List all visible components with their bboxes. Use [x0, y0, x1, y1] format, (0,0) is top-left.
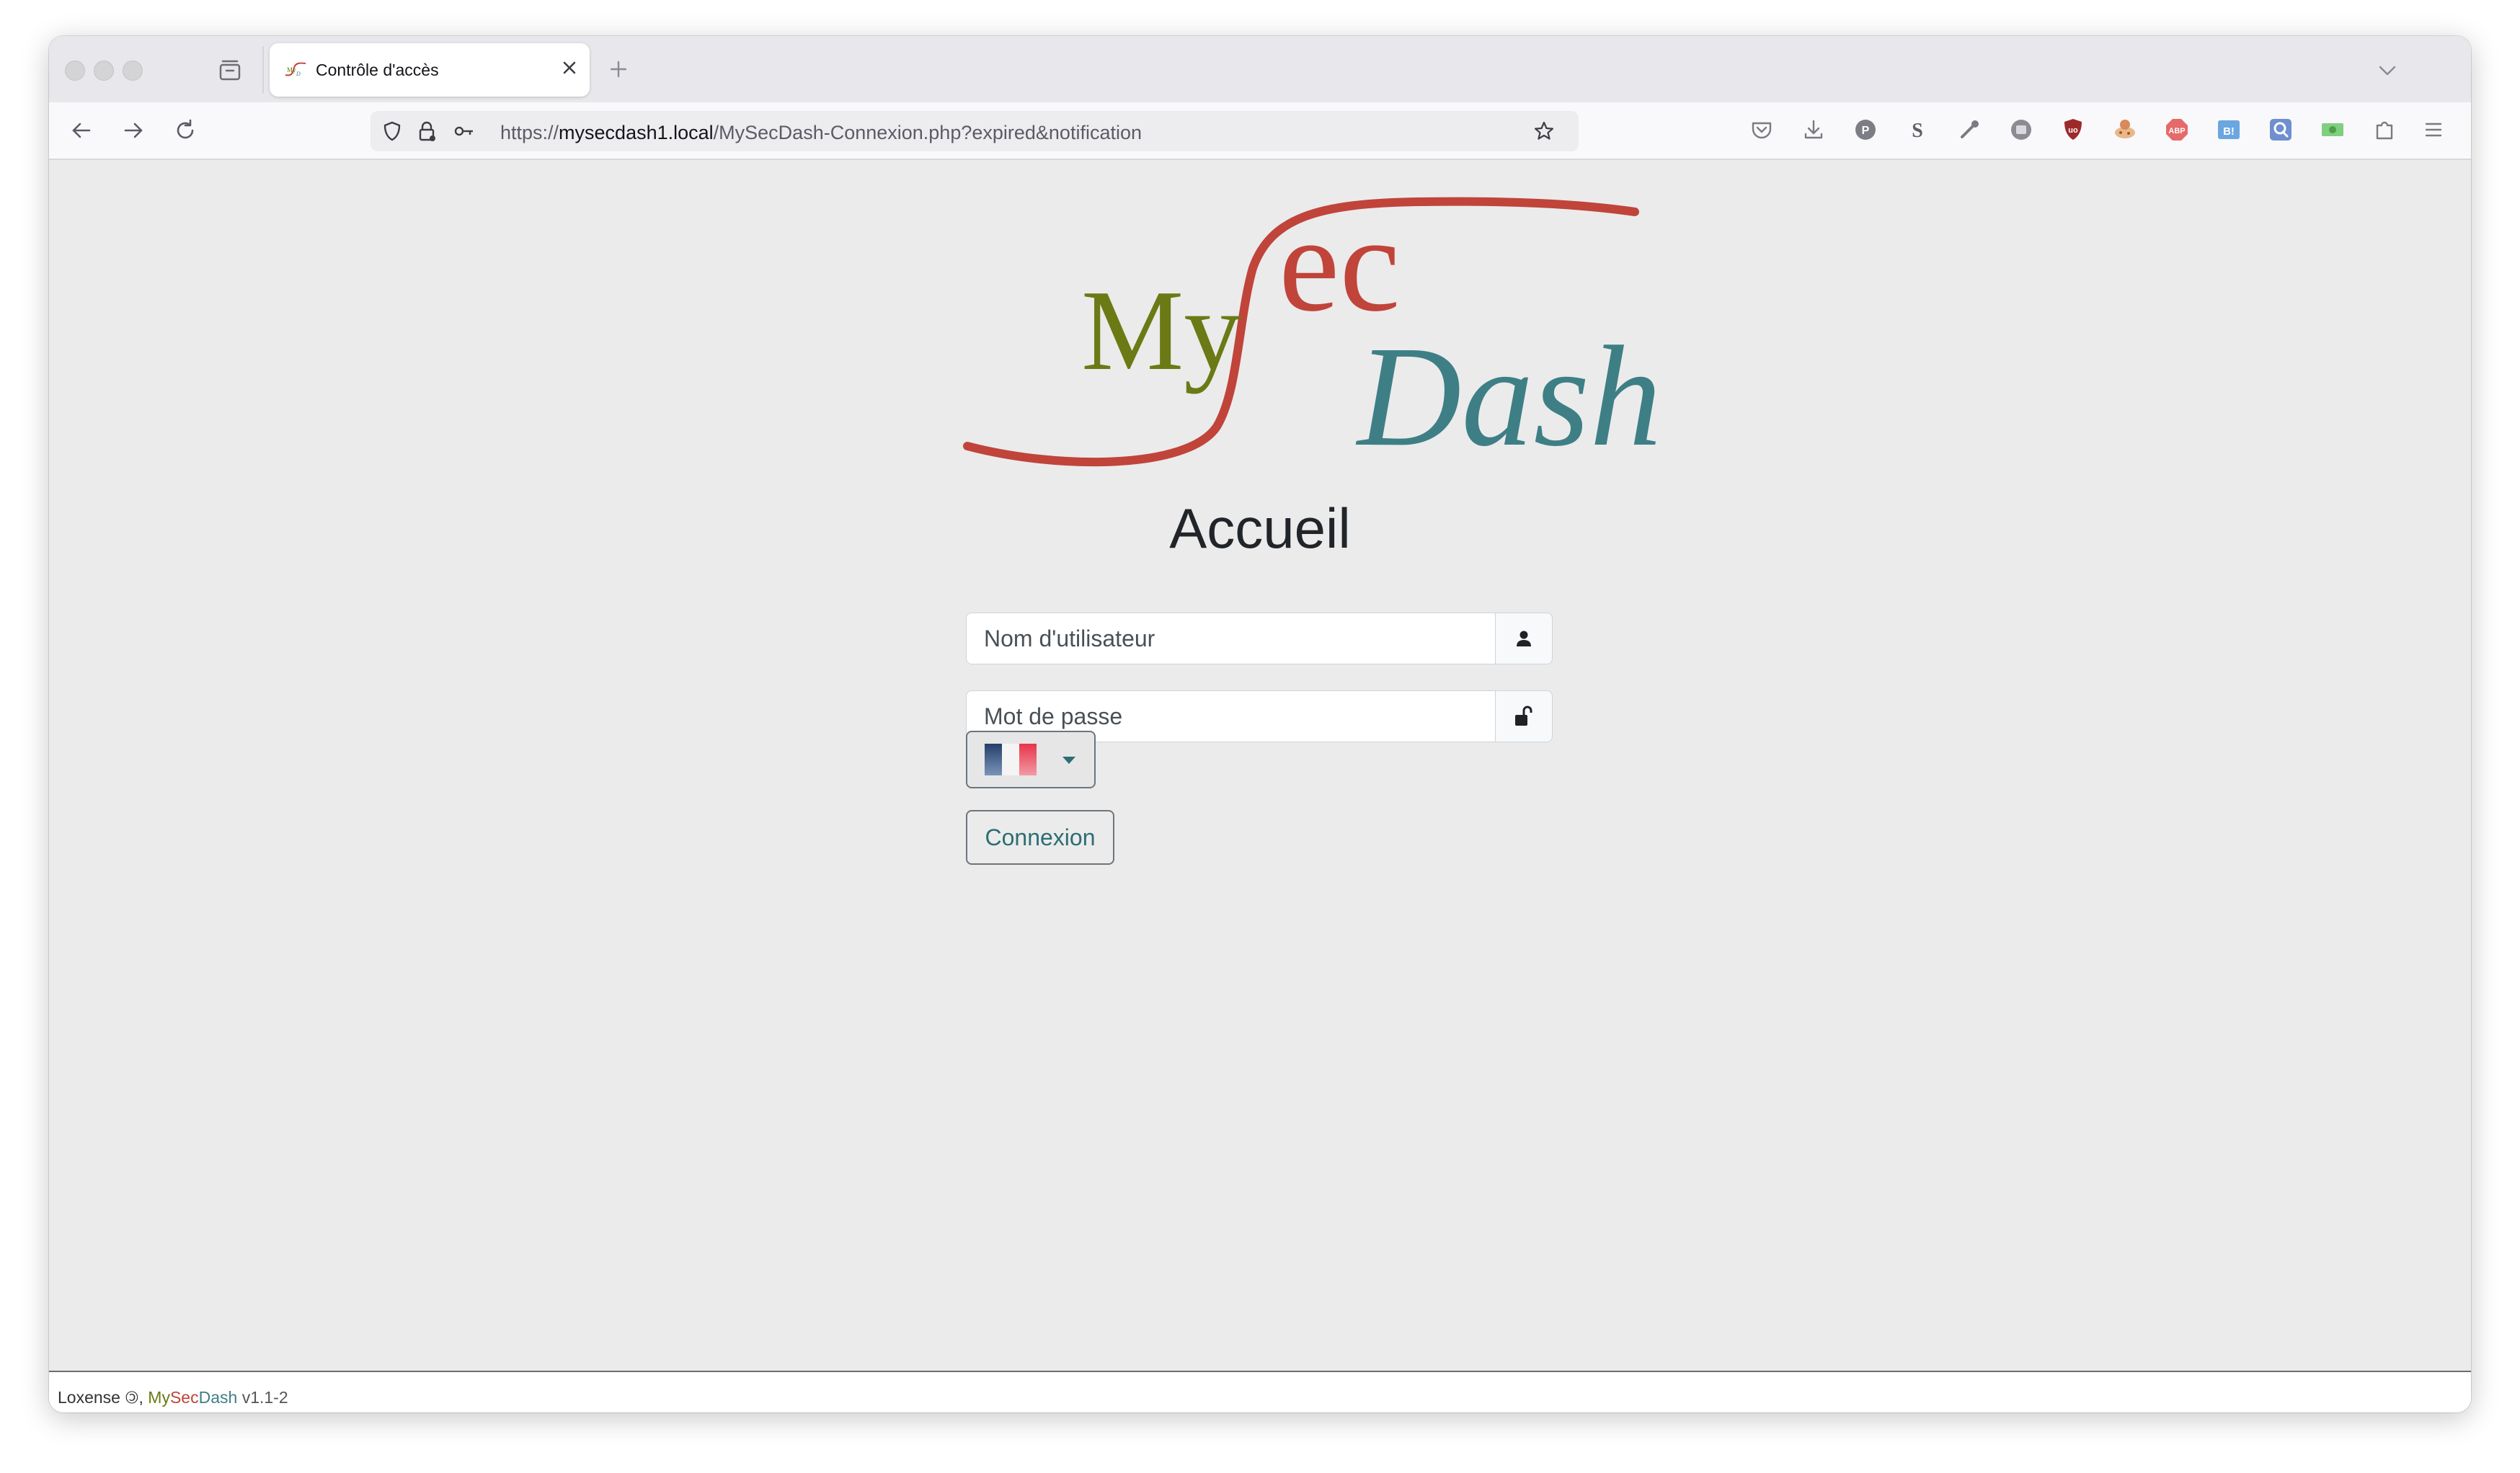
- page-title: Accueil: [1169, 497, 1351, 560]
- logo-my: My: [1081, 266, 1241, 394]
- minimize-window-icon[interactable]: [94, 61, 114, 81]
- reload-icon[interactable]: [170, 115, 200, 146]
- url-scheme: https://: [500, 122, 559, 143]
- footer-separator: ,: [138, 1388, 143, 1407]
- new-tab-icon[interactable]: [604, 55, 633, 84]
- username-group: [966, 613, 1553, 664]
- chevron-down-icon: [1062, 757, 1075, 764]
- ublock-icon[interactable]: uo: [2059, 115, 2088, 144]
- footer-version: v1.1-2: [241, 1388, 288, 1407]
- mysecdash-favicon-icon: My D: [285, 62, 306, 77]
- footer-product-sec: Sec: [169, 1388, 199, 1407]
- q-extension-icon[interactable]: [2266, 115, 2295, 144]
- footer-text: Loxense 🄯, MySecDash v1.1-2: [58, 1384, 288, 1408]
- username-input[interactable]: [966, 613, 1495, 664]
- cookie-icon[interactable]: [2111, 115, 2139, 144]
- lock-icon[interactable]: [415, 120, 438, 143]
- url-bar[interactable]: https://mysecdash1.local/MySecDash-Conne…: [371, 111, 1579, 151]
- close-window-icon[interactable]: [65, 61, 85, 81]
- svg-text:uo: uo: [2068, 126, 2078, 135]
- bookmark-b-icon[interactable]: B!: [2214, 115, 2243, 144]
- money-icon[interactable]: [2318, 115, 2347, 144]
- french-flag-icon: [985, 744, 1037, 775]
- copyleft-icon: 🄯: [125, 1388, 139, 1407]
- svg-text:ABP: ABP: [2168, 127, 2185, 135]
- eyedropper-icon[interactable]: [1955, 115, 1984, 144]
- zoom-window-icon[interactable]: [123, 61, 143, 81]
- key-icon[interactable]: [453, 120, 476, 143]
- menu-icon[interactable]: [2419, 115, 2448, 144]
- svg-text:S: S: [1912, 120, 1923, 142]
- forward-icon[interactable]: [118, 115, 148, 146]
- pocket-icon[interactable]: [1747, 115, 1776, 144]
- url-path: /MySecDash-Connexion.php?expired&notific…: [713, 122, 1142, 143]
- s-extension-icon[interactable]: S: [1903, 115, 1932, 144]
- back-icon[interactable]: [66, 115, 97, 146]
- tab-separator: [262, 46, 264, 94]
- username-addon: [1495, 613, 1553, 664]
- logo-dash: Dash: [1355, 317, 1661, 476]
- gray-extension-icon[interactable]: [2007, 115, 2036, 144]
- extensions-icon[interactable]: [2370, 115, 2399, 144]
- svg-text:P: P: [1862, 125, 1870, 137]
- p-extension-icon[interactable]: P: [1851, 115, 1880, 144]
- footer-product-dash: Dash: [198, 1388, 238, 1407]
- tab-active[interactable]: My D Contrôle d'accès: [270, 43, 590, 97]
- url-text[interactable]: https://mysecdash1.local/MySecDash-Conne…: [500, 122, 1142, 144]
- tab-strip: My D Contrôle d'accès: [49, 36, 2471, 102]
- user-icon: [1517, 631, 1531, 646]
- tab-title: Contrôle d'accès: [316, 61, 439, 79]
- language-select[interactable]: [966, 731, 1096, 788]
- shield-icon[interactable]: [381, 120, 404, 143]
- footer: Loxense 🄯, MySecDash v1.1-2: [49, 1371, 2471, 1412]
- svg-text:B!: B!: [2223, 125, 2235, 138]
- navigation-toolbar: https://mysecdash1.local/MySecDash-Conne…: [49, 102, 2471, 160]
- page-content: My ec Dash Accueil Nom d'utilisateur Con…: [49, 160, 2471, 1371]
- abp-icon[interactable]: ABP: [2162, 115, 2191, 144]
- close-tab-icon[interactable]: [556, 55, 582, 81]
- mysecdash-logo: My ec Dash: [963, 189, 1661, 476]
- footer-company: Loxense: [58, 1388, 120, 1407]
- footer-product-my: My: [148, 1388, 170, 1407]
- login-button[interactable]: Connexion: [966, 810, 1114, 865]
- svg-text:My: My: [287, 66, 296, 74]
- browser-window: My D Contrôle d'accès https://mysecdash1…: [49, 36, 2471, 1412]
- list-all-tabs-icon[interactable]: [2373, 56, 2402, 85]
- tab-overview-icon[interactable]: [216, 56, 244, 84]
- star-icon[interactable]: [1532, 120, 1556, 143]
- unlock-icon: [1515, 706, 1532, 726]
- svg-text:D: D: [296, 71, 301, 77]
- password-addon: [1495, 690, 1553, 742]
- download-icon[interactable]: [1799, 115, 1828, 144]
- url-host: mysecdash1.local: [559, 122, 714, 143]
